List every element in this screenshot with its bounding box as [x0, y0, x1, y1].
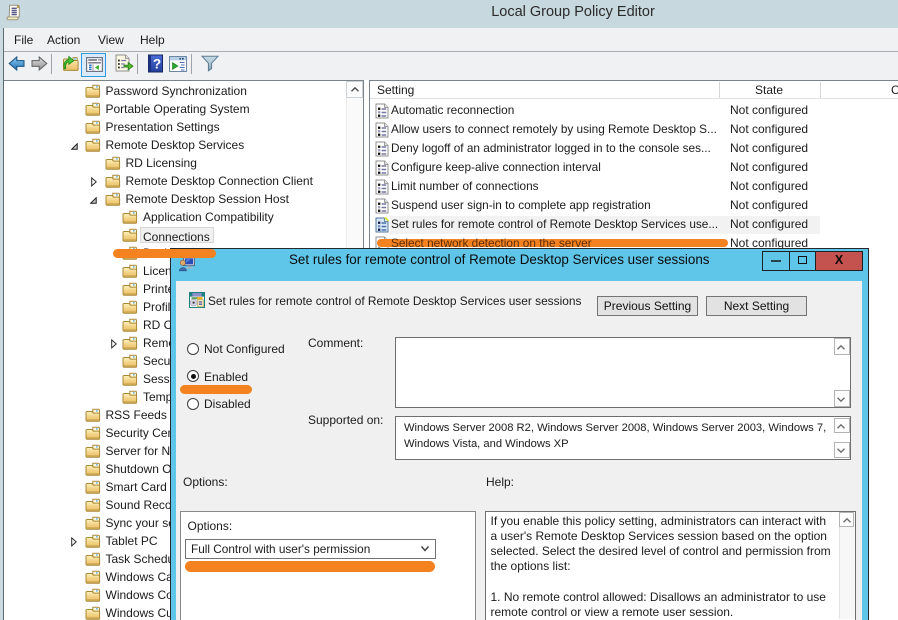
svg-text:?: ? [153, 57, 161, 72]
